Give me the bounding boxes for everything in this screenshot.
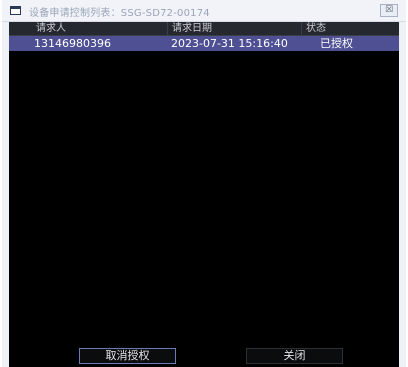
close-window-button[interactable]: ☒ xyxy=(380,4,398,17)
status-cell: 已授权 xyxy=(320,37,353,50)
request-date-cell: 2023-07-31 15:16:40 xyxy=(171,37,288,50)
window-icon xyxy=(10,6,21,15)
window-title: 设备申请控制列表：SSG-SD72-00174 xyxy=(29,8,210,19)
request-list-panel: 请求人 请求日期 状态 13146980396 2023-07-31 15:16… xyxy=(9,22,399,367)
device-request-dialog: 设备申请控制列表：SSG-SD72-00174 ☒ 请求人 请求日期 状态 13… xyxy=(2,0,406,367)
title-bar: 设备申请控制列表：SSG-SD72-00174 ☒ xyxy=(2,0,406,22)
close-button[interactable]: 关闭 xyxy=(246,348,343,364)
column-header-requester[interactable]: 请求人 xyxy=(9,22,167,35)
table-row[interactable]: 13146980396 2023-07-31 15:16:40 已授权 xyxy=(9,36,399,51)
cancel-authorization-button[interactable]: 取消授权 xyxy=(79,348,176,364)
requester-cell: 13146980396 xyxy=(34,37,111,50)
column-header-status[interactable]: 状态 xyxy=(301,22,399,35)
table-header: 请求人 请求日期 状态 xyxy=(9,22,399,36)
column-header-request-date[interactable]: 请求日期 xyxy=(167,22,301,35)
